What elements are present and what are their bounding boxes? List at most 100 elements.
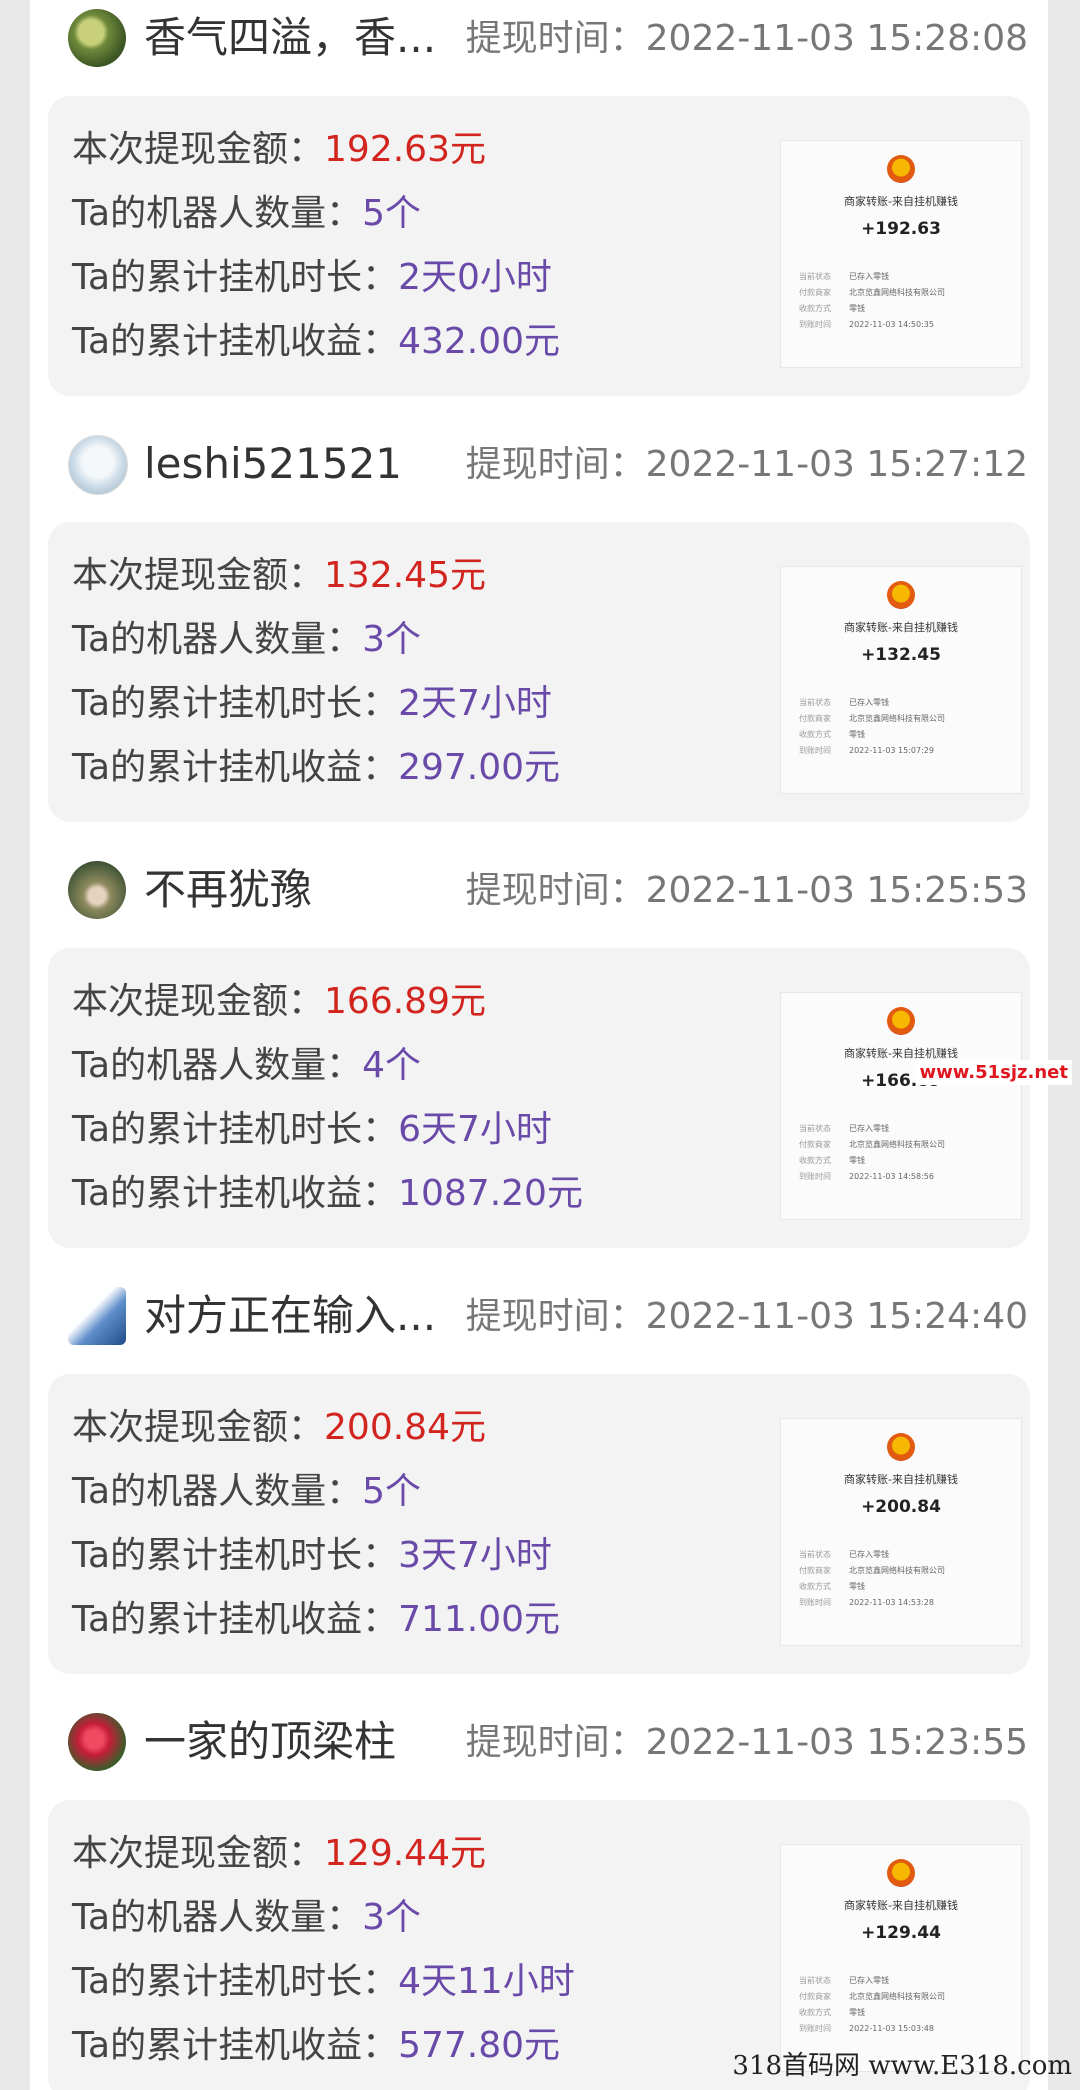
earnings-row: Ta的累计挂机收益：711.00元 (72, 1596, 560, 1644)
entry-header: 不再犹豫 提现时间：2022-11-03 15:25:53 (30, 842, 1048, 938)
amount-label: 本次提现金额： (72, 1833, 325, 1874)
robots-value: 3个 (362, 1897, 421, 1938)
amount-row: 本次提现金额：166.89元 (72, 978, 486, 1026)
duration-value: 6天7小时 (398, 1109, 552, 1150)
receipt-status-label: 当前状态 (799, 272, 831, 281)
receipt-time-value: 2022-11-03 14:53:28 (849, 1598, 934, 1607)
amount-value: 192.63元 (324, 129, 486, 170)
earnings-value: 711.00元 (398, 1599, 561, 1640)
withdrawal-entry: 不再犹豫 提现时间：2022-11-03 15:25:53 本次提现金额：166… (30, 842, 1048, 1268)
withdrawal-card: 本次提现金额：166.89元 Ta的机器人数量：4个 Ta的累计挂机时长：6天7… (48, 948, 1030, 1248)
receipt-status-value: 已存入零钱 (849, 1124, 889, 1133)
receipt-time-value: 2022-11-03 14:50:35 (849, 320, 934, 329)
robots-row: Ta的机器人数量：3个 (72, 616, 421, 664)
robots-row: Ta的机器人数量：4个 (72, 1042, 421, 1090)
receipt-payer-label: 付款商家 (799, 1566, 831, 1575)
duration-row: Ta的累计挂机时长：3天7小时 (72, 1532, 552, 1580)
robots-label: Ta的机器人数量： (72, 1897, 363, 1938)
robots-value: 4个 (362, 1045, 421, 1086)
avatar[interactable] (68, 1713, 126, 1771)
username[interactable]: 对方正在输入... (144, 1288, 436, 1344)
receipt-method-value: 零钱 (849, 2008, 865, 2017)
receipt-time: 到账时间 2022-11-03 14:53:28 (799, 1597, 934, 1608)
receipt-status: 当前状态 已存入零钱 (799, 1975, 889, 1986)
avatar[interactable] (68, 435, 128, 495)
receipt-method-label: 收款方式 (799, 1582, 831, 1591)
username[interactable]: leshi521521 (144, 436, 402, 492)
receipt-time: 到账时间 2022-11-03 15:07:29 (799, 745, 934, 756)
username[interactable]: 不再犹豫 (144, 862, 312, 918)
withdraw-time-label: 提现时间： (465, 1722, 646, 1763)
entry-header: leshi521521 提现时间：2022-11-03 15:27:12 (30, 416, 1048, 512)
site-watermark: www.51sjz.net (915, 1060, 1072, 1085)
withdraw-time-label: 提现时间： (465, 444, 646, 485)
amount-value: 129.44元 (324, 1833, 486, 1874)
withdraw-time-label: 提现时间： (465, 1296, 646, 1337)
receipt-method: 收款方式 零钱 (799, 1155, 865, 1166)
robots-row: Ta的机器人数量：3个 (72, 1894, 421, 1942)
payment-receipt-screenshot[interactable]: 商家转账-来自挂机赚钱 +192.63 当前状态 已存入零钱 付款商家 北京览鑫网络… (780, 140, 1022, 368)
withdrawal-entry: 香气四溢，香... 提现时间：2022-11-03 15:28:08 本次提现金… (30, 0, 1048, 416)
duration-value: 2天7小时 (398, 683, 552, 724)
payment-receipt-screenshot[interactable]: 商家转账-来自挂机赚钱 +200.84 当前状态 已存入零钱 付款商家 北京览鑫网络… (780, 1418, 1022, 1646)
receipt-payer: 付款商家 北京览鑫网络科技有限公司 (799, 1991, 945, 2002)
receipt-status-label: 当前状态 (799, 1976, 831, 1985)
earnings-value: 432.00元 (398, 321, 561, 362)
earnings-row: Ta的累计挂机收益：432.00元 (72, 318, 560, 366)
earnings-label: Ta的累计挂机收益： (72, 1173, 399, 1214)
payment-receipt-screenshot[interactable]: 商家转账-来自挂机赚钱 +166.89 当前状态 已存入零钱 付款商家 北京览鑫网络… (780, 992, 1022, 1220)
username[interactable]: 香气四溢，香... (144, 10, 436, 66)
receipt-time-label: 到账时间 (799, 1172, 831, 1181)
avatar[interactable] (68, 1287, 126, 1345)
receipt-payer-value: 北京览鑫网络科技有限公司 (849, 714, 945, 723)
amount-row: 本次提现金额：192.63元 (72, 126, 486, 174)
receipt-payer-label: 付款商家 (799, 288, 831, 297)
username[interactable]: 一家的顶梁柱 (144, 1714, 396, 1770)
payment-receipt-screenshot[interactable]: 商家转账-来自挂机赚钱 +129.44 当前状态 已存入零钱 付款商家 北京览鑫网络… (780, 1844, 1022, 2072)
receipt-time-label: 到账时间 (799, 1598, 831, 1607)
duration-row: Ta的累计挂机时长：2天7小时 (72, 680, 552, 728)
duration-value: 2天0小时 (398, 257, 552, 298)
receipt-payer-value: 北京览鑫网络科技有限公司 (849, 1566, 945, 1575)
receipt-title: 商家转账-来自挂机赚钱 (844, 1899, 958, 1912)
entry-header: 一家的顶梁柱 提现时间：2022-11-03 15:23:55 (30, 1694, 1048, 1790)
receipt-status-value: 已存入零钱 (849, 1976, 889, 1985)
receipt-status: 当前状态 已存入零钱 (799, 1549, 889, 1560)
receipt-payer-value: 北京览鑫网络科技有限公司 (849, 1992, 945, 2001)
receipt-payer-label: 付款商家 (799, 1992, 831, 2001)
robots-value: 5个 (362, 1471, 421, 1512)
duration-label: Ta的累计挂机时长： (72, 1535, 399, 1576)
withdrawal-feed[interactable]: 香气四溢，香... 提现时间：2022-11-03 15:28:08 本次提现金… (30, 0, 1048, 2090)
payment-receipt-screenshot[interactable]: 商家转账-来自挂机赚钱 +132.45 当前状态 已存入零钱 付款商家 北京览鑫网络… (780, 566, 1022, 794)
receipt-method: 收款方式 零钱 (799, 729, 865, 740)
earnings-label: Ta的累计挂机收益： (72, 321, 399, 362)
earnings-row: Ta的累计挂机收益：297.00元 (72, 744, 560, 792)
robots-label: Ta的机器人数量： (72, 193, 363, 234)
withdrawal-card: 本次提现金额：132.45元 Ta的机器人数量：3个 Ta的累计挂机时长：2天7… (48, 522, 1030, 822)
avatar[interactable] (68, 9, 126, 67)
robots-label: Ta的机器人数量： (72, 619, 363, 660)
merchant-logo-icon (887, 1433, 915, 1461)
earnings-label: Ta的累计挂机收益： (72, 1599, 399, 1640)
withdraw-time-value: 2022-11-03 15:25:53 (645, 870, 1028, 911)
receipt-method-value: 零钱 (849, 1156, 865, 1165)
receipt-status: 当前状态 已存入零钱 (799, 271, 889, 282)
receipt-time-value: 2022-11-03 15:07:29 (849, 746, 934, 755)
avatar[interactable] (68, 861, 126, 919)
receipt-time: 到账时间 2022-11-03 14:50:35 (799, 319, 934, 330)
duration-row: Ta的累计挂机时长：4天11小时 (72, 1958, 575, 2006)
withdraw-time: 提现时间：2022-11-03 15:23:55 (466, 1716, 1028, 1770)
amount-value: 166.89元 (324, 981, 486, 1022)
receipt-payer: 付款商家 北京览鑫网络科技有限公司 (799, 1139, 945, 1150)
bottom-watermark: 318首码网 www.E318.com (732, 2051, 1072, 2081)
receipt-amount: +200.84 (861, 1497, 941, 1517)
receipt-payer: 付款商家 北京览鑫网络科技有限公司 (799, 713, 945, 724)
receipt-method-label: 收款方式 (799, 1156, 831, 1165)
amount-label: 本次提现金额： (72, 981, 325, 1022)
receipt-title: 商家转账-来自挂机赚钱 (844, 621, 958, 634)
withdraw-time-value: 2022-11-03 15:24:40 (645, 1296, 1028, 1337)
withdraw-time-value: 2022-11-03 15:23:55 (645, 1722, 1028, 1763)
receipt-method-value: 零钱 (849, 730, 865, 739)
receipt-method-value: 零钱 (849, 304, 865, 313)
receipt-payer-value: 北京览鑫网络科技有限公司 (849, 1140, 945, 1149)
